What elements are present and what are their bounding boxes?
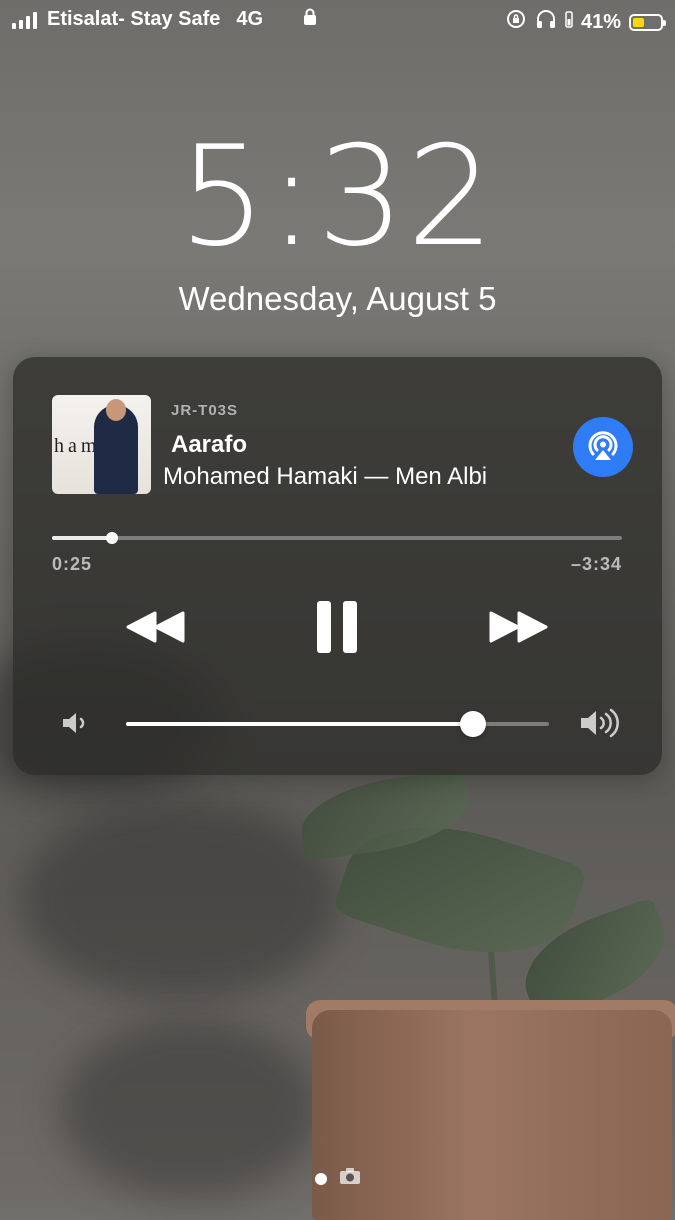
camera-icon[interactable] (339, 1167, 361, 1190)
rewind-button[interactable] (121, 597, 191, 657)
status-bar: Etisalat- Stay Safe 4G 41% (0, 0, 675, 40)
playback-scrubber[interactable] (52, 532, 622, 544)
lock-screen-date: Wednesday, August 5 (178, 280, 497, 317)
pause-button[interactable] (307, 597, 367, 657)
playback-progress (52, 536, 112, 540)
battery-level (633, 17, 644, 27)
airplay-icon (588, 431, 618, 460)
airplay-button[interactable] (573, 417, 633, 477)
rewind-icon (126, 611, 185, 643)
album-artwork[interactable]: hamaki (52, 395, 151, 494)
pause-icon (317, 601, 357, 653)
volume-slider[interactable] (126, 711, 549, 737)
page-indicator (0, 1167, 675, 1190)
battery-small-icon (565, 10, 573, 34)
orientation-lock-icon (505, 8, 527, 36)
track-artist-album: Mohamed Hamaki — Men Albi (163, 463, 488, 490)
fast-forward-icon (489, 611, 548, 643)
now-playing-widget: hamaki JR-T03S Aarafo Mohamed Hamaki — M… (13, 357, 662, 775)
signal-icon (12, 11, 37, 29)
fast-forward-button[interactable] (483, 597, 553, 657)
volume-low-icon (61, 710, 91, 741)
volume-knob[interactable] (459, 711, 486, 737)
remaining-time: –3:34 (570, 554, 622, 574)
battery-icon (629, 13, 666, 31)
lock-screen-time: 5:32 (178, 116, 497, 277)
output-device-name: JR-T03S (171, 402, 239, 419)
carrier-name: Etisalat- Stay Safe (47, 8, 221, 30)
volume-level (126, 722, 473, 726)
page-dot (314, 1172, 327, 1185)
track-title: Aarafo (171, 431, 248, 458)
scrubber-knob[interactable] (105, 532, 118, 544)
lock-icon (303, 8, 317, 31)
network-type: 4G (236, 8, 264, 30)
volume-high-icon (579, 707, 625, 744)
elapsed-time: 0:25 (52, 554, 93, 574)
headphones-icon (535, 9, 557, 35)
battery-percent: 41% (580, 10, 621, 33)
